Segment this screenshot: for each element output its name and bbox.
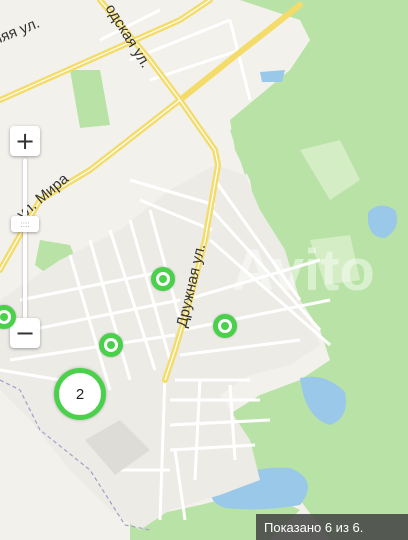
avito-watermark: Avito [232,238,375,303]
zoom-slider-track[interactable] [23,158,27,320]
grip-icon: :::: [20,219,30,229]
map-view[interactable]: ляя ул. одская ул. ул. Мира Дружная ул. … [0,0,408,540]
zoom-in-button[interactable]: + [10,126,40,156]
listing-marker[interactable] [213,314,237,338]
map-canvas[interactable]: ляя ул. одская ул. ул. Мира Дружная ул. … [0,0,408,540]
listing-marker[interactable] [99,333,123,357]
listing-marker[interactable] [151,267,175,291]
zoom-slider-handle[interactable]: :::: [11,216,39,232]
listing-cluster-marker[interactable]: 2 [54,368,106,420]
results-count-text: Показано 6 из 6. [264,519,364,535]
results-status-bar: Показано 6 из 6. [256,514,408,540]
